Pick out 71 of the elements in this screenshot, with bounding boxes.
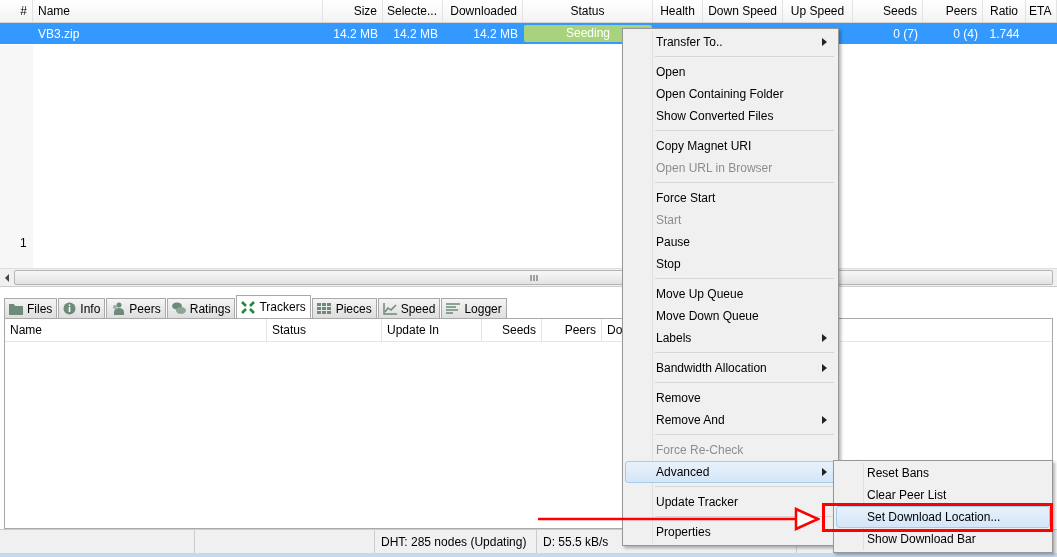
column-header[interactable]: Seeds (853, 0, 923, 22)
submenu-arrow-icon (822, 364, 827, 372)
menu-item[interactable]: Bandwidth Allocation (625, 357, 836, 379)
tab[interactable]: Pieces (311, 298, 377, 318)
submenu-arrow-icon (822, 468, 827, 476)
folder-icon (9, 302, 23, 315)
column-header[interactable]: Status (523, 0, 653, 22)
tab[interactable]: Files (4, 298, 58, 318)
table-cell: 14.2 MB (333, 26, 378, 41)
row-number: 1 (20, 236, 27, 250)
menu-item[interactable]: Open (625, 61, 836, 83)
table-cell: 14.2 MB (473, 26, 518, 41)
people-icon (111, 302, 126, 315)
column-header[interactable]: Update In (382, 319, 482, 341)
tab[interactable]: Peers (106, 298, 166, 318)
info-icon (63, 302, 77, 315)
column-header[interactable]: ETA (1026, 0, 1057, 22)
column-header[interactable]: Seeds (482, 319, 542, 341)
menu-item[interactable]: Move Up Queue (625, 283, 836, 305)
column-header[interactable]: Up Speed (783, 0, 853, 22)
menu-item[interactable]: Properties (625, 521, 836, 543)
column-header[interactable]: Downloaded (443, 0, 523, 22)
menu-item[interactable]: Clear Peer List (836, 484, 1050, 506)
menu-item[interactable]: Remove And (625, 409, 836, 431)
scroll-left-icon[interactable] (4, 273, 10, 282)
column-header[interactable]: Status (267, 319, 382, 341)
tab[interactable]: Trackers (236, 295, 311, 318)
dht-status: DHT: 285 nodes (Updating) (381, 534, 527, 549)
tab[interactable]: Speed (377, 298, 441, 318)
grid-icon (316, 303, 332, 314)
column-header[interactable]: Health (653, 0, 703, 22)
menu-item[interactable]: Update Tracker (625, 491, 836, 513)
menu-item[interactable]: Reset Bans (836, 462, 1050, 484)
tab[interactable]: Info (58, 298, 106, 318)
column-header[interactable]: # (0, 0, 33, 22)
submenu-arrow-icon (822, 38, 827, 46)
table-cell: 1.744 (989, 26, 1020, 41)
menu-item[interactable]: Remove (625, 387, 836, 409)
menu-item[interactable]: Force Start (625, 187, 836, 209)
menu-item[interactable]: Copy Magnet URI (625, 135, 836, 157)
menu-item[interactable]: Set Download Location... (836, 506, 1050, 528)
download-speed: D: 55.5 kB/s (543, 534, 609, 549)
column-header[interactable]: Down Speed (703, 0, 783, 22)
column-header[interactable]: Ratio (983, 0, 1026, 22)
table-cell: 14.2 MB (393, 26, 438, 41)
column-header[interactable]: Name (33, 0, 323, 22)
arrows-icon (241, 300, 256, 314)
menu-item[interactable]: Show Download Bar (836, 528, 1050, 550)
menu-item[interactable]: Advanced (625, 461, 836, 483)
menu-item[interactable]: Show Converted Files (625, 105, 836, 127)
column-header[interactable]: Selecte... (383, 0, 443, 22)
menu-item[interactable]: Open Containing Folder (625, 83, 836, 105)
menu-item[interactable]: Pause (625, 231, 836, 253)
column-header[interactable]: Name (5, 319, 267, 341)
speech-bubbles-icon (171, 302, 186, 315)
table-cell: VB3.zip (38, 26, 80, 41)
grip-icon (529, 274, 538, 281)
tab[interactable]: Logger (441, 298, 507, 318)
column-header[interactable]: Size (323, 0, 383, 22)
menu-item[interactable]: Stop (625, 253, 836, 275)
tab[interactable]: Ratings (166, 298, 236, 318)
submenu-arrow-icon (822, 334, 827, 342)
menu-item[interactable]: Labels (625, 327, 836, 349)
table-cell: 0 (7) (893, 26, 918, 41)
menu-item[interactable]: Move Down Queue (625, 305, 836, 327)
column-header[interactable]: Peers (923, 0, 983, 22)
text-lines-icon (446, 302, 461, 315)
table-cell: 0 (4) (953, 26, 978, 41)
submenu-arrow-icon (822, 416, 827, 424)
column-header[interactable]: Peers (542, 319, 602, 341)
line-chart-icon (382, 302, 397, 315)
